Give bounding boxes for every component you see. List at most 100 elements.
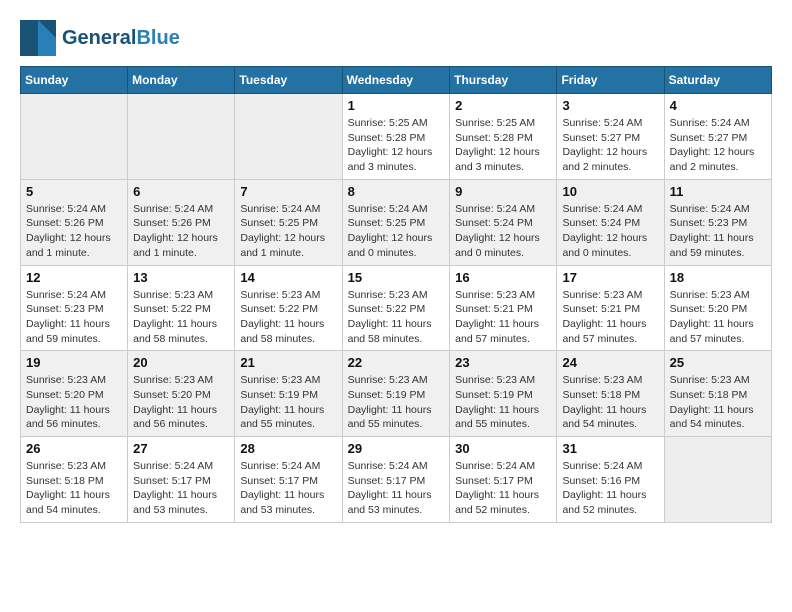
day-info: Sunrise: 5:24 AMSunset: 5:26 PMDaylight:… — [26, 202, 122, 261]
day-info: Sunrise: 5:24 AMSunset: 5:23 PMDaylight:… — [26, 288, 122, 347]
day-number: 19 — [26, 355, 122, 370]
day-info: Sunrise: 5:23 AMSunset: 5:20 PMDaylight:… — [26, 373, 122, 432]
day-info: Sunrise: 5:23 AMSunset: 5:18 PMDaylight:… — [562, 373, 658, 432]
day-number: 22 — [348, 355, 445, 370]
day-number: 3 — [562, 98, 658, 113]
day-number: 25 — [670, 355, 766, 370]
day-info: Sunrise: 5:23 AMSunset: 5:18 PMDaylight:… — [26, 459, 122, 518]
day-info: Sunrise: 5:23 AMSunset: 5:21 PMDaylight:… — [455, 288, 551, 347]
calendar-cell: 25 Sunrise: 5:23 AMSunset: 5:18 PMDayligh… — [664, 351, 771, 437]
day-number: 15 — [348, 270, 445, 285]
weekday-header-sunday: Sunday — [21, 67, 128, 94]
day-number: 2 — [455, 98, 551, 113]
day-info: Sunrise: 5:24 AMSunset: 5:23 PMDaylight:… — [670, 202, 766, 261]
calendar-cell: 14 Sunrise: 5:23 AMSunset: 5:22 PMDayligh… — [235, 265, 342, 351]
day-number: 11 — [670, 184, 766, 199]
calendar-cell: 15 Sunrise: 5:23 AMSunset: 5:22 PMDayligh… — [342, 265, 450, 351]
weekday-header-wednesday: Wednesday — [342, 67, 450, 94]
day-number: 28 — [240, 441, 336, 456]
day-number: 18 — [670, 270, 766, 285]
calendar-cell: 21 Sunrise: 5:23 AMSunset: 5:19 PMDayligh… — [235, 351, 342, 437]
calendar-cell: 3Sunrise: 5:24 AMSunset: 5:27 PMDaylight… — [557, 94, 664, 180]
day-number: 23 — [455, 355, 551, 370]
logo-general: General — [62, 27, 136, 49]
calendar-cell: 10 Sunrise: 5:24 AMSunset: 5:24 PMDayligh… — [557, 179, 664, 265]
calendar-cell: 29Sunrise: 5:24 AMSunset: 5:17 PMDayligh… — [342, 437, 450, 523]
calendar-cell: 13Sunrise: 5:23 AMSunset: 5:22 PMDayligh… — [128, 265, 235, 351]
day-number: 4 — [670, 98, 766, 113]
calendar-cell: 18 Sunrise: 5:23 AMSunset: 5:20 PMDayligh… — [664, 265, 771, 351]
day-info: Sunrise: 5:23 AMSunset: 5:20 PMDaylight:… — [133, 373, 229, 432]
calendar-cell: 31 Sunrise: 5:24 AMSunset: 5:16 PMDayligh… — [557, 437, 664, 523]
calendar-cell: 19 Sunrise: 5:23 AMSunset: 5:20 PMDayligh… — [21, 351, 128, 437]
calendar-cell: 9Sunrise: 5:24 AMSunset: 5:24 PMDaylight… — [450, 179, 557, 265]
weekday-header-friday: Friday — [557, 67, 664, 94]
day-number: 24 — [562, 355, 658, 370]
day-info: Sunrise: 5:23 AMSunset: 5:19 PMDaylight:… — [348, 373, 445, 432]
calendar-cell: 4 Sunrise: 5:24 AMSunset: 5:27 PMDaylight… — [664, 94, 771, 180]
day-number: 6 — [133, 184, 229, 199]
calendar-week-1: 1 Sunrise: 5:25 AMSunset: 5:28 PMDaylight… — [21, 94, 772, 180]
day-info: Sunrise: 5:24 AMSunset: 5:17 PMDaylight:… — [133, 459, 229, 518]
calendar-cell: 30Sunrise: 5:24 AMSunset: 5:17 PMDayligh… — [450, 437, 557, 523]
weekday-header-thursday: Thursday — [450, 67, 557, 94]
day-number: 27 — [133, 441, 229, 456]
calendar-cell: 12 Sunrise: 5:24 AMSunset: 5:23 PMDayligh… — [21, 265, 128, 351]
page-header: GeneralBlue — [20, 20, 772, 56]
calendar-cell: 17 Sunrise: 5:23 AMSunset: 5:21 PMDayligh… — [557, 265, 664, 351]
calendar-cell: 5 Sunrise: 5:24 AMSunset: 5:26 PMDaylight… — [21, 179, 128, 265]
calendar-cell: 23 Sunrise: 5:23 AMSunset: 5:19 PMDayligh… — [450, 351, 557, 437]
day-number: 5 — [26, 184, 122, 199]
day-info: Sunrise: 5:24 AMSunset: 5:16 PMDaylight:… — [562, 459, 658, 518]
calendar-week-2: 5 Sunrise: 5:24 AMSunset: 5:26 PMDaylight… — [21, 179, 772, 265]
day-number: 17 — [562, 270, 658, 285]
day-info: Sunrise: 5:25 AMSunset: 5:28 PMDaylight:… — [348, 116, 445, 175]
calendar-cell: 22 Sunrise: 5:23 AMSunset: 5:19 PMDayligh… — [342, 351, 450, 437]
calendar-header-row: SundayMondayTuesdayWednesdayThursdayFrid… — [21, 67, 772, 94]
calendar-cell — [128, 94, 235, 180]
day-info: Sunrise: 5:23 AMSunset: 5:19 PMDaylight:… — [240, 373, 336, 432]
day-number: 14 — [240, 270, 336, 285]
calendar-cell — [664, 437, 771, 523]
day-number: 12 — [26, 270, 122, 285]
day-number: 21 — [240, 355, 336, 370]
calendar-cell: 6Sunrise: 5:24 AMSunset: 5:26 PMDaylight… — [128, 179, 235, 265]
calendar-table: SundayMondayTuesdayWednesdayThursdayFrid… — [20, 66, 772, 523]
day-number: 20 — [133, 355, 229, 370]
day-number: 1 — [348, 98, 445, 113]
day-number: 8 — [348, 184, 445, 199]
calendar-cell: 2Sunrise: 5:25 AMSunset: 5:28 PMDaylight… — [450, 94, 557, 180]
calendar-cell: 16Sunrise: 5:23 AMSunset: 5:21 PMDayligh… — [450, 265, 557, 351]
day-info: Sunrise: 5:23 AMSunset: 5:18 PMDaylight:… — [670, 373, 766, 432]
calendar-cell — [21, 94, 128, 180]
day-info: Sunrise: 5:23 AMSunset: 5:22 PMDaylight:… — [348, 288, 445, 347]
logo-icon — [20, 20, 56, 56]
calendar-week-4: 19 Sunrise: 5:23 AMSunset: 5:20 PMDayligh… — [21, 351, 772, 437]
day-info: Sunrise: 5:23 AMSunset: 5:19 PMDaylight:… — [455, 373, 551, 432]
calendar-cell: 24 Sunrise: 5:23 AMSunset: 5:18 PMDayligh… — [557, 351, 664, 437]
calendar-cell: 7 Sunrise: 5:24 AMSunset: 5:25 PMDaylight… — [235, 179, 342, 265]
weekday-header-monday: Monday — [128, 67, 235, 94]
day-number: 7 — [240, 184, 336, 199]
day-info: Sunrise: 5:23 AMSunset: 5:22 PMDaylight:… — [240, 288, 336, 347]
calendar-cell: 20 Sunrise: 5:23 AMSunset: 5:20 PMDayligh… — [128, 351, 235, 437]
day-info: Sunrise: 5:23 AMSunset: 5:21 PMDaylight:… — [562, 288, 658, 347]
calendar-cell: 1 Sunrise: 5:25 AMSunset: 5:28 PMDaylight… — [342, 94, 450, 180]
calendar-cell: 8 Sunrise: 5:24 AMSunset: 5:25 PMDaylight… — [342, 179, 450, 265]
day-info: Sunrise: 5:24 AMSunset: 5:17 PMDaylight:… — [240, 459, 336, 518]
day-info: Sunrise: 5:24 AMSunset: 5:27 PMDaylight:… — [670, 116, 766, 175]
day-number: 10 — [562, 184, 658, 199]
day-info: Sunrise: 5:24 AMSunset: 5:25 PMDaylight:… — [348, 202, 445, 261]
day-info: Sunrise: 5:24 AMSunset: 5:24 PMDaylight:… — [562, 202, 658, 261]
calendar-week-5: 26Sunrise: 5:23 AMSunset: 5:18 PMDayligh… — [21, 437, 772, 523]
day-info: Sunrise: 5:24 AMSunset: 5:25 PMDaylight:… — [240, 202, 336, 261]
day-number: 31 — [562, 441, 658, 456]
day-number: 30 — [455, 441, 551, 456]
day-info: Sunrise: 5:24 AMSunset: 5:17 PMDaylight:… — [348, 459, 445, 518]
calendar-cell: 27 Sunrise: 5:24 AMSunset: 5:17 PMDayligh… — [128, 437, 235, 523]
weekday-header-tuesday: Tuesday — [235, 67, 342, 94]
day-info: Sunrise: 5:23 AMSunset: 5:20 PMDaylight:… — [670, 288, 766, 347]
calendar-cell: 26Sunrise: 5:23 AMSunset: 5:18 PMDayligh… — [21, 437, 128, 523]
day-number: 9 — [455, 184, 551, 199]
logo: GeneralBlue — [20, 20, 180, 56]
